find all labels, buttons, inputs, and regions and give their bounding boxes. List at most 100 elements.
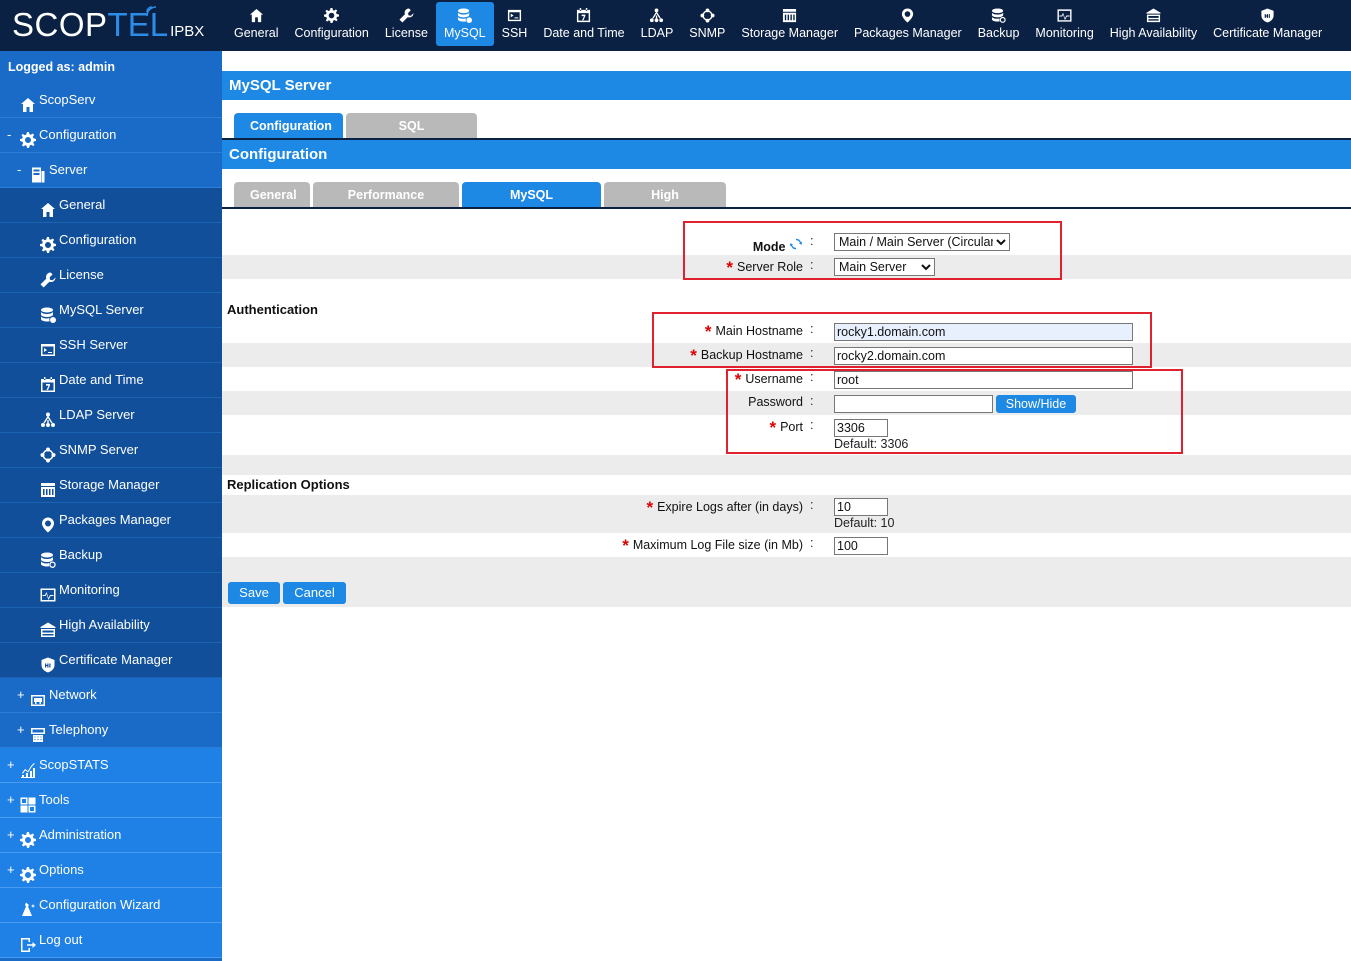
calendar-icon-wrap [543,8,624,25]
sidebar-item-ssh-server[interactable]: SSH Server [0,328,222,363]
topnav-certificate-manager[interactable]: Certificate Manager [1205,2,1330,46]
sidebar-toggle[interactable]: + [7,853,15,887]
tab-high-availability[interactable]: High Availability [604,182,726,229]
topnav-label: High Availability [1109,26,1198,40]
expire-logs-input[interactable] [834,498,888,516]
sidebar-item-label: Backup [59,547,103,562]
backup-icon-wrap [40,547,56,568]
sidebar-toggle[interactable]: + [17,678,25,712]
sidebar-toggle[interactable]: + [17,713,25,747]
highlight-box-mode [683,221,1062,280]
topnav-label: General [234,26,279,40]
topnav-mysql[interactable]: MySQL [435,2,494,46]
sidebar-item-server[interactable]: - Server [0,153,222,188]
wizard-icon-wrap [20,897,36,916]
sidebar-item-label: Configuration [59,232,137,247]
topnav-ssh[interactable]: SSH [494,2,536,46]
gear-icon [324,8,340,23]
logo-ipbx: IPBX [170,23,205,40]
sidebar-toggle[interactable]: - [17,153,21,187]
top-tabs: Configuration SQL Permissions [222,113,1351,160]
sidebar-toggle[interactable]: + [7,748,15,782]
shield-icon-wrap [40,652,56,673]
topnav-high-availability[interactable]: High Availability [1102,2,1205,46]
sidebar-item-high-availability[interactable]: High Availability [0,608,222,643]
sidebar-item-label: License [59,267,104,282]
sidebar-item-label: Log out [39,932,83,947]
calendar-icon [577,8,591,23]
sidebar-item-tools[interactable]: + Tools [0,783,222,818]
sidebar-item-configuration-wizard[interactable]: Configuration Wizard [0,888,222,923]
topnav-packages-manager[interactable]: Packages Manager [846,2,970,46]
tab-mysql-replication[interactable]: MySQL Replication [462,182,601,229]
tab-sql-permissions[interactable]: SQL Permissions [346,113,477,160]
expire-logs-label-text: Expire Logs after (in days) [657,500,803,514]
network-ring-icon-wrap [689,8,725,25]
sidebar-item-packages-manager[interactable]: Packages Manager [0,503,222,538]
tab-configuration[interactable]: Configuration [234,113,343,140]
tab-performance-tuning[interactable]: Performance Tuning [313,182,459,229]
monitor-icon-wrap [1035,8,1093,25]
sidebar-item-date-and-time[interactable]: Date and Time [0,363,222,398]
sidebar-item-label: High Availability [59,617,150,632]
save-button[interactable]: Save [228,582,280,604]
sidebar-item-label: ScopServ [39,92,96,107]
sidebar-item-telephony[interactable]: + Telephony [0,713,222,748]
expire-logs-label: * Expire Logs after (in days) [646,498,803,518]
sidebar-item-label: Options [39,862,84,877]
sidebar-item-network[interactable]: + Network [0,678,222,713]
topnav-backup[interactable]: Backup [970,2,1028,46]
topnav-storage-manager[interactable]: Storage Manager [733,2,846,46]
network-icon [31,695,45,706]
topnav-license[interactable]: License [377,2,436,46]
package-icon-wrap [854,8,962,25]
tree-icon [650,8,664,23]
topnav-label: LDAP [640,26,674,40]
sidebar-item-configuration[interactable]: - Configuration [0,118,222,153]
storage-icon-wrap [741,8,838,25]
telephony-icon-wrap [30,722,46,742]
sidebar-item-label: Storage Manager [59,477,160,492]
gear-icon [40,237,56,253]
sidebar-item-scopserv[interactable]: ScopServ [0,83,222,118]
topnav-monitoring[interactable]: Monitoring [1027,2,1101,46]
sidebar-item-snmp-server[interactable]: SNMP Server [0,433,222,468]
highlight-box-hostnames [652,312,1152,368]
sidebar-item-license[interactable]: License [0,258,222,293]
sidebar-item-ldap-server[interactable]: LDAP Server [0,398,222,433]
sidebar-item-log-out[interactable]: Log out [0,923,222,958]
sidebar-item-mysql-server[interactable]: MySQL Server [0,293,222,328]
package-icon-wrap [40,512,56,533]
sidebar-item-options[interactable]: + Options [0,853,222,888]
sidebar-item-backup[interactable]: Backup [0,538,222,573]
sidebar-item-general[interactable]: General [0,188,222,223]
sidebar-toggle[interactable]: - [7,118,11,152]
server-icon-wrap [30,162,46,183]
topnav-label: Monitoring [1035,26,1094,40]
sidebar-toggle[interactable]: + [7,818,15,852]
sidebar-item-administration[interactable]: + Administration [0,818,222,853]
expire-logs-default-hint: Default: 10 [834,516,895,530]
max-log-size-input[interactable] [834,537,888,555]
sidebar-item-label: SSH Server [59,337,128,352]
scoptel-logo[interactable]: SCOPTEL IPBX [12,6,204,46]
topnav-ldap[interactable]: LDAP [633,2,682,46]
topnav-date-and-time[interactable]: Date and Time [535,2,632,46]
topnav-configuration[interactable]: Configuration [286,2,376,46]
tab-general[interactable]: General [234,182,310,209]
sidebar-item-scopstats[interactable]: + ScopSTATS [0,748,222,783]
shield-icon-wrap [1213,8,1322,25]
cancel-button[interactable]: Cancel [283,582,346,604]
sidebar-item-certificate-manager[interactable]: Certificate Manager [0,643,222,678]
topnav-general[interactable]: General [226,2,286,46]
network-ring-icon-wrap [40,442,56,463]
sidebar-item-storage-manager[interactable]: Storage Manager [0,468,222,503]
expire-logs-colon: : [810,498,814,512]
sidebar: Logged as: admin ScopServ - Configuration -… [0,51,222,961]
sidebar-item-configuration[interactable]: Configuration [0,223,222,258]
sidebar-toggle[interactable]: + [7,783,15,817]
sidebar-menu: ScopServ - Configuration - Server General Conf… [0,83,222,958]
topnav-snmp[interactable]: SNMP [681,2,733,46]
sidebar-item-monitoring[interactable]: Monitoring [0,573,222,608]
logout-icon [21,938,36,952]
